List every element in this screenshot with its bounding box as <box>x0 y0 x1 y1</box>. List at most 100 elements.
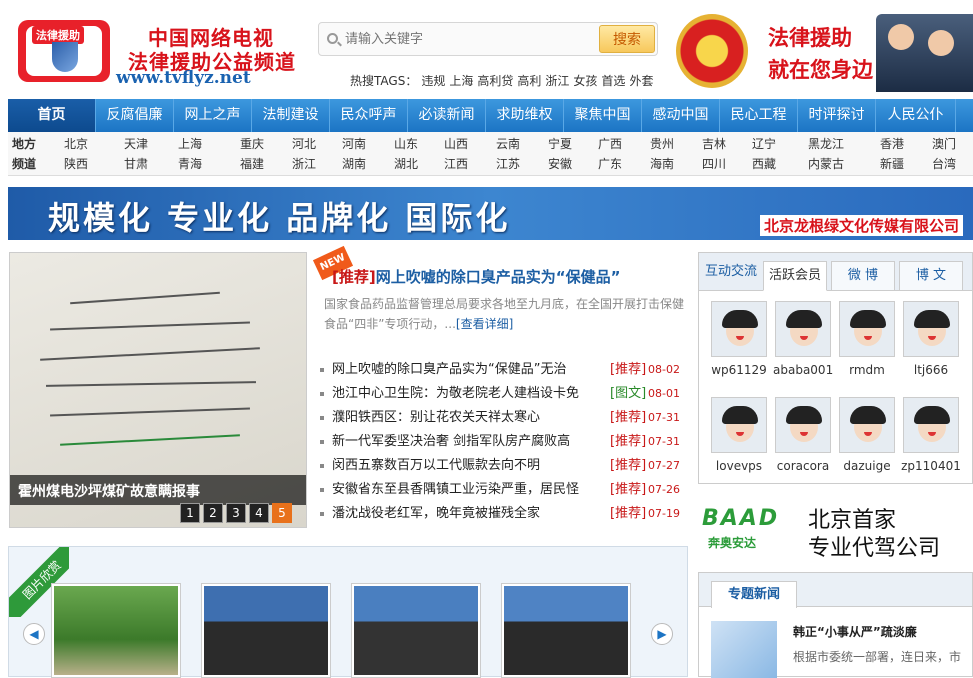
region-link[interactable]: 贵州 <box>650 134 674 154</box>
nav-item[interactable]: 法制建设 <box>252 99 330 132</box>
gallery-next-button[interactable]: ▶ <box>651 623 673 645</box>
news-item[interactable]: 濮阳铁西区：别让花农关天祥太寒心 [推荐] 07-31 <box>316 406 688 430</box>
region-link[interactable]: 天津 <box>124 134 148 154</box>
region-link[interactable]: 福建 <box>240 154 264 174</box>
member-card[interactable]: wp61129 <box>709 301 769 377</box>
member-name[interactable]: zp110401 <box>901 459 961 473</box>
search-button[interactable]: 搜索 <box>599 25 655 53</box>
region-link[interactable]: 湖南 <box>342 154 366 174</box>
nav-item[interactable]: 民众呼声 <box>330 99 408 132</box>
news-item[interactable]: 网上吹嘘的除口臭产品实为“保健品”无治 [推荐] 08-02 <box>316 358 688 382</box>
nav-item[interactable]: 时评探讨 <box>798 99 876 132</box>
pager-button[interactable]: 4 <box>249 503 269 523</box>
tab-active-members[interactable]: 活跃会员 <box>763 261 827 291</box>
gallery-thumb[interactable] <box>201 583 331 678</box>
member-name[interactable]: dazuige <box>837 459 897 473</box>
region-link[interactable]: 山西 <box>444 134 468 154</box>
member-name[interactable]: coracora <box>773 459 833 473</box>
region-link[interactable]: 江苏 <box>496 154 520 174</box>
hot-tag-link[interactable]: 女孩 <box>573 74 597 88</box>
region-link[interactable]: 山东 <box>394 134 418 154</box>
nav-item[interactable]: 民心工程 <box>720 99 798 132</box>
hot-tag-link[interactable]: 高利 <box>517 74 541 88</box>
region-link[interactable]: 宁夏 <box>548 134 572 154</box>
gallery-thumb[interactable] <box>51 583 181 678</box>
region-link[interactable]: 澳门 <box>932 134 956 154</box>
ad-banner[interactable]: 规模化 专业化 品牌化 国际化 北京龙根绿文化传媒有限公司 <box>8 187 973 240</box>
gallery-prev-button[interactable]: ◀ <box>23 623 45 645</box>
news-tag[interactable]: [推荐] <box>610 430 646 454</box>
tab-interact[interactable]: 互动交流 <box>699 253 763 291</box>
region-link[interactable]: 广西 <box>598 134 622 154</box>
news-item[interactable]: 潘沈战役老红军，晚年竟被摧残全家 [推荐] 07-19 <box>316 502 688 526</box>
region-link[interactable]: 云南 <box>496 134 520 154</box>
pager-button[interactable]: 5 <box>272 503 292 523</box>
nav-item[interactable]: 聚焦中国 <box>564 99 642 132</box>
gallery-thumb[interactable] <box>501 583 631 678</box>
region-link[interactable]: 广东 <box>598 154 622 174</box>
news-title[interactable]: 濮阳铁西区：别让花农关天祥太寒心 <box>332 406 602 430</box>
region-link[interactable]: 安徽 <box>548 154 572 174</box>
region-link[interactable]: 西藏 <box>752 154 776 174</box>
region-link[interactable]: 海南 <box>650 154 674 174</box>
member-name[interactable]: ltj666 <box>901 363 961 377</box>
news-tag[interactable]: [图文] <box>610 382 646 406</box>
member-card[interactable]: ababa001 <box>773 301 833 377</box>
nav-item[interactable]: 人民公仆 <box>876 99 956 132</box>
tab-weibo[interactable]: 微 博 <box>831 261 895 291</box>
news-item[interactable]: 安徽省东至县香隅镇工业污染严重，居民怪 [推荐] 07-26 <box>316 478 688 502</box>
member-card[interactable]: lovevps <box>709 397 769 473</box>
news-title[interactable]: 安徽省东至县香隅镇工业污染严重，居民怪 <box>332 478 602 502</box>
member-card[interactable]: dazuige <box>837 397 897 473</box>
region-link[interactable]: 江西 <box>444 154 468 174</box>
gallery-thumb[interactable] <box>351 583 481 678</box>
hot-tag-link[interactable]: 上海 <box>449 74 473 88</box>
region-link[interactable]: 黑龙江 <box>808 134 844 154</box>
region-link[interactable]: 北京 <box>64 134 88 154</box>
member-card[interactable]: zp110401 <box>901 397 961 473</box>
region-link[interactable]: 内蒙古 <box>808 154 844 174</box>
topic-title[interactable]: 韩正“小事从严”疏淡廉 <box>793 623 917 640</box>
region-link[interactable]: 上海 <box>178 134 202 154</box>
region-link[interactable]: 四川 <box>702 154 726 174</box>
member-card[interactable]: rmdm <box>837 301 897 377</box>
region-link[interactable]: 新疆 <box>880 154 904 174</box>
news-title[interactable]: 新一代军委坚决治奢 剑指军队房产腐败高 <box>332 430 602 454</box>
member-name[interactable]: rmdm <box>837 363 897 377</box>
nav-item[interactable]: 必读新闻 <box>408 99 486 132</box>
site-url[interactable]: www.tvflyz.net <box>116 68 251 88</box>
pager-button[interactable]: 1 <box>180 503 200 523</box>
region-link[interactable]: 台湾 <box>932 154 956 174</box>
member-name[interactable]: lovevps <box>709 459 769 473</box>
member-name[interactable]: ababa001 <box>773 363 833 377</box>
tab-topic-news[interactable]: 专题新闻 <box>711 581 797 608</box>
news-item[interactable]: 闵西五寨数百万以工代赈款去向不明 [推荐] 07-27 <box>316 454 688 478</box>
region-link[interactable]: 河南 <box>342 134 366 154</box>
member-card[interactable]: ltj666 <box>901 301 961 377</box>
hot-tag-link[interactable]: 外套 <box>629 74 653 88</box>
hot-tag-link[interactable]: 高利贷 <box>477 74 513 88</box>
pager-button[interactable]: 2 <box>203 503 223 523</box>
site-logo[interactable]: 法律援助 <box>18 20 110 82</box>
hot-tag-link[interactable]: 违规 <box>421 74 445 88</box>
region-link[interactable]: 湖北 <box>394 154 418 174</box>
news-title[interactable]: 闵西五寨数百万以工代赈款去向不明 <box>332 454 602 478</box>
region-link[interactable]: 吉林 <box>702 134 726 154</box>
hot-tag-link[interactable]: 首选 <box>601 74 625 88</box>
nav-item[interactable]: 感动中国 <box>642 99 720 132</box>
member-card[interactable]: coracora <box>773 397 833 473</box>
news-title[interactable]: 潘沈战役老红军，晚年竟被摧残全家 <box>332 502 602 526</box>
news-tag[interactable]: [推荐] <box>610 406 646 430</box>
news-tag[interactable]: [推荐] <box>610 454 646 478</box>
nav-item[interactable]: 网上之声 <box>174 99 252 132</box>
region-link[interactable]: 重庆 <box>240 134 264 154</box>
search-input[interactable] <box>321 25 601 53</box>
pager-button[interactable]: 3 <box>226 503 246 523</box>
news-tag[interactable]: [推荐] <box>610 358 646 382</box>
news-title[interactable]: 池江中心卫生院：为敬老院老人建档设卡免 <box>332 382 602 406</box>
news-item[interactable]: 池江中心卫生院：为敬老院老人建档设卡免 [图文] 08-01 <box>316 382 688 406</box>
driver-ad[interactable]: BAAD 奔奥安达 北京首家 专业代驾公司 <box>698 492 973 562</box>
feature-photo[interactable]: 霍州煤电沙坪煤矿故意瞒报事 12345 <box>9 252 307 528</box>
region-link[interactable]: 甘肃 <box>124 154 148 174</box>
region-link[interactable]: 浙江 <box>292 154 316 174</box>
